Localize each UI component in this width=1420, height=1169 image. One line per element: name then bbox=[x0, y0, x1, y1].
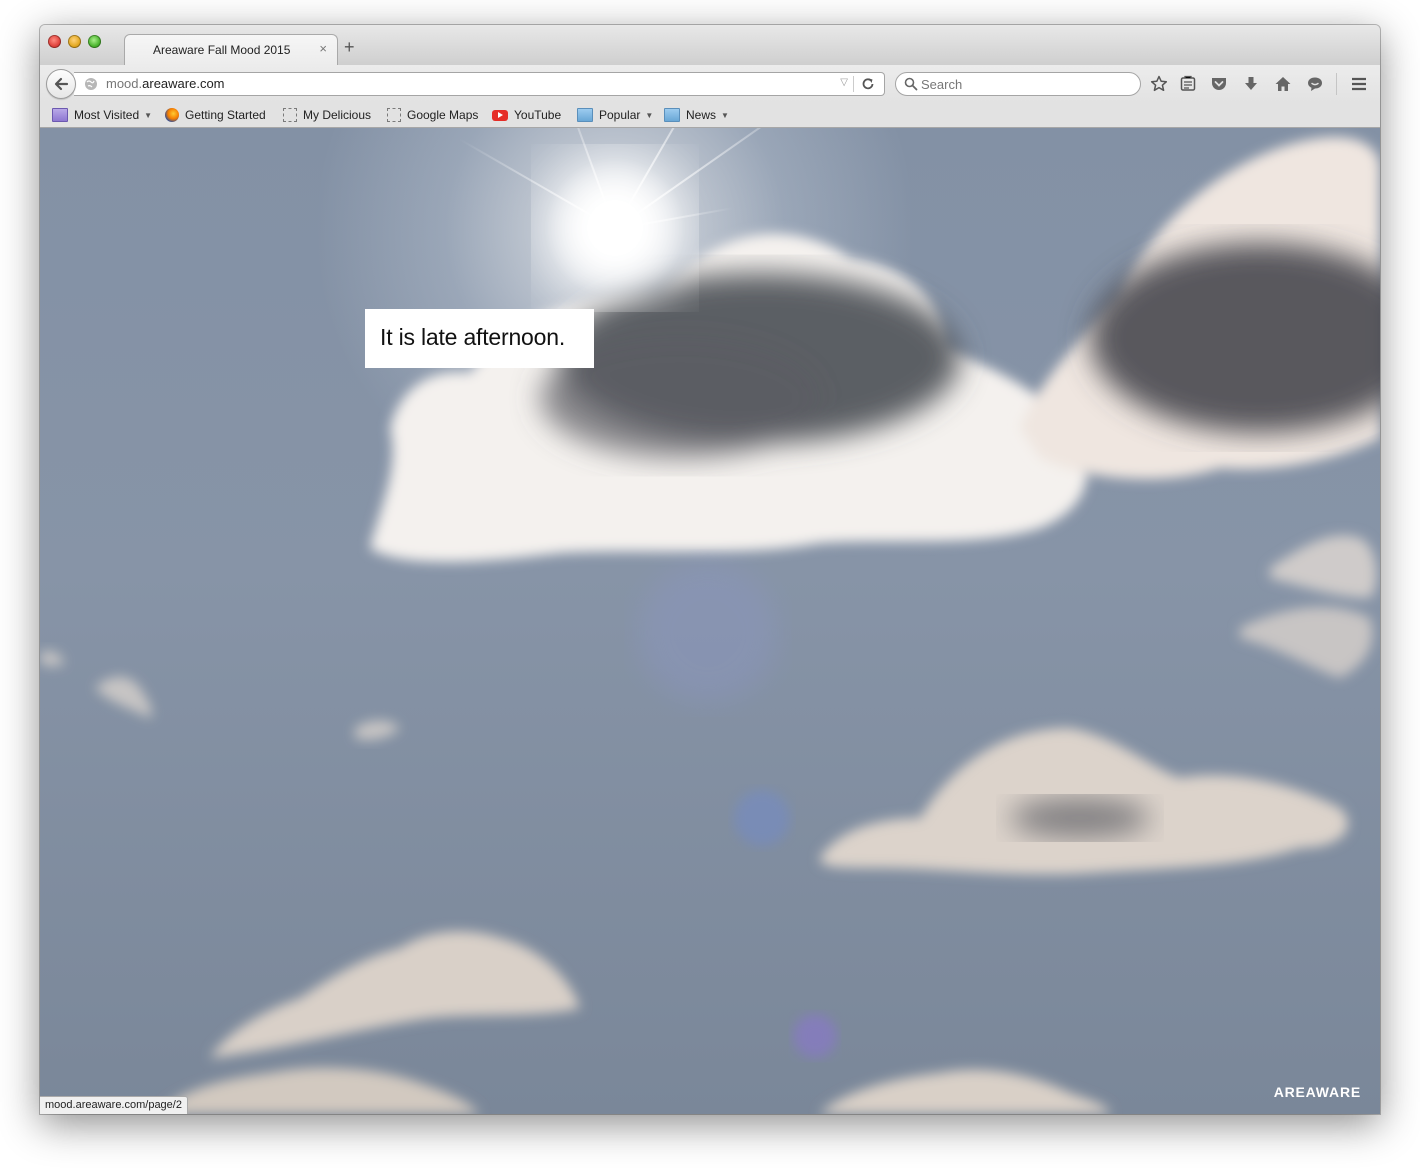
bookmark-news[interactable]: News ▼ bbox=[664, 107, 729, 123]
star-icon[interactable] bbox=[1150, 75, 1168, 93]
bookmark-most-visited[interactable]: Most Visited ▼ bbox=[52, 107, 152, 123]
bookmark-google-maps[interactable]: Google Maps bbox=[387, 107, 478, 123]
browser-window: Areaware Fall Mood 2015 × + mood.areawar… bbox=[40, 25, 1380, 1114]
bookmark-placeholder-icon bbox=[283, 108, 297, 122]
back-arrow-icon bbox=[54, 77, 69, 91]
bookmark-label: Popular bbox=[599, 108, 641, 122]
history-dropdown-icon[interactable]: ▽ bbox=[840, 77, 848, 88]
url-subdomain: mood. bbox=[106, 76, 143, 91]
url-text: mood.areaware.com bbox=[106, 76, 225, 91]
mood-text: It is late afternoon. bbox=[380, 324, 566, 350]
sky-photo bbox=[40, 137, 1380, 1114]
bookmark-label: Most Visited bbox=[74, 108, 140, 122]
chevron-down-icon: ▼ bbox=[144, 110, 153, 120]
globe-icon bbox=[85, 78, 97, 90]
folder-icon bbox=[577, 108, 593, 122]
tab-strip: Areaware Fall Mood 2015 × + bbox=[40, 25, 1380, 66]
search-icon bbox=[904, 77, 918, 91]
bookmark-label: Google Maps bbox=[407, 108, 479, 122]
search-input[interactable]: Search bbox=[895, 72, 1141, 96]
navigation-toolbar: mood.areaware.com ▽ Search bbox=[40, 65, 1380, 103]
menu-icon[interactable] bbox=[1350, 75, 1368, 93]
page-content[interactable]: It is late afternoon. AREAWARE bbox=[40, 128, 1380, 1114]
tab-title: Areaware Fall Mood 2015 bbox=[153, 43, 291, 57]
back-button[interactable] bbox=[46, 69, 76, 99]
url-domain: areaware.com bbox=[142, 76, 225, 91]
minimize-window-button[interactable] bbox=[68, 35, 81, 48]
youtube-icon bbox=[492, 109, 508, 121]
tab-areaware-mood[interactable]: Areaware Fall Mood 2015 × bbox=[124, 34, 338, 66]
download-icon[interactable] bbox=[1242, 75, 1260, 93]
bookmark-placeholder-icon bbox=[387, 108, 401, 122]
bookmark-label: Getting Started bbox=[185, 108, 266, 122]
pocket-icon[interactable] bbox=[1210, 75, 1228, 93]
bookmark-popular[interactable]: Popular ▼ bbox=[577, 107, 653, 123]
zoom-window-button[interactable] bbox=[88, 35, 101, 48]
tab-close-icon[interactable]: × bbox=[319, 41, 327, 56]
bookmark-label: YouTube bbox=[514, 108, 562, 122]
chevron-down-icon: ▼ bbox=[645, 110, 654, 120]
address-bar[interactable]: mood.areaware.com ▽ bbox=[74, 72, 885, 96]
new-tab-button[interactable]: + bbox=[344, 37, 355, 58]
search-placeholder: Search bbox=[921, 77, 963, 92]
mood-caption: It is late afternoon. bbox=[365, 309, 594, 368]
url-separator bbox=[853, 76, 854, 92]
bookmark-my-delicious[interactable]: My Delicious bbox=[283, 107, 371, 123]
areaware-logo-link[interactable]: AREAWARE bbox=[1274, 1084, 1361, 1100]
bookmarks-toolbar: Most Visited ▼ Getting Started My Delici… bbox=[40, 103, 1380, 128]
folder-icon bbox=[52, 108, 68, 122]
close-window-button[interactable] bbox=[48, 35, 61, 48]
reading-list-icon[interactable] bbox=[1179, 75, 1197, 93]
bookmark-label: News bbox=[686, 108, 717, 122]
folder-icon bbox=[664, 108, 680, 122]
chevron-down-icon: ▼ bbox=[721, 110, 729, 120]
status-bar-url: mood.areaware.com/page/2 bbox=[40, 1096, 188, 1114]
reload-icon[interactable] bbox=[860, 76, 876, 92]
home-icon[interactable] bbox=[1274, 75, 1292, 93]
firefox-icon bbox=[165, 108, 179, 122]
bookmark-youtube[interactable]: YouTube bbox=[492, 107, 561, 123]
chat-icon[interactable] bbox=[1306, 75, 1324, 93]
toolbar-separator bbox=[1336, 73, 1337, 95]
bookmark-getting-started[interactable]: Getting Started bbox=[165, 107, 266, 123]
bookmark-label: My Delicious bbox=[303, 108, 372, 122]
